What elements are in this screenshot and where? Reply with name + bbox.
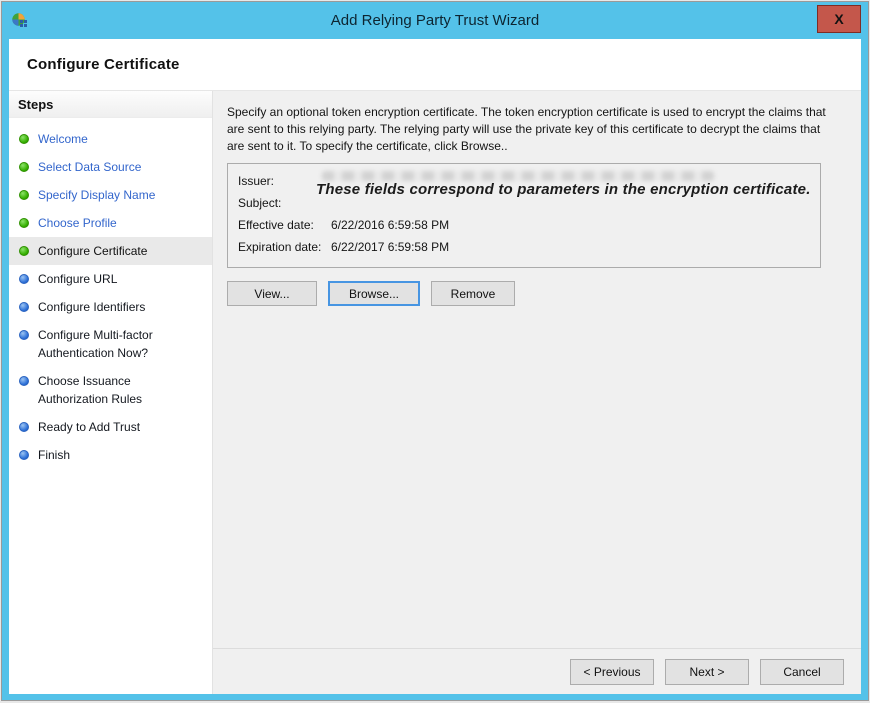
close-button[interactable]: X bbox=[817, 5, 861, 33]
page-description: Specify an optional token encryption cer… bbox=[227, 104, 831, 154]
title-bar: Add Relying Party Trust Wizard X bbox=[2, 2, 868, 39]
certificate-field-effective-date: Effective date:6/22/2016 6:59:58 PM bbox=[238, 214, 810, 236]
step-todo-icon bbox=[19, 274, 29, 284]
step-finish[interactable]: Finish bbox=[9, 441, 212, 469]
page-title: Configure Certificate bbox=[27, 56, 180, 73]
step-todo-icon bbox=[19, 422, 29, 432]
step-current-icon bbox=[19, 246, 29, 256]
certificate-buttons: View... Browse... Remove bbox=[227, 281, 843, 306]
step-todo-icon bbox=[19, 450, 29, 460]
step-select-data-source[interactable]: Select Data Source bbox=[9, 153, 212, 181]
steps-sidebar: Steps Welcome Select Data Source Specify… bbox=[9, 91, 213, 694]
wizard-window: Add Relying Party Trust Wizard X Configu… bbox=[1, 1, 869, 701]
step-done-icon bbox=[19, 218, 29, 228]
certificate-annotation: These fields correspond to parameters in… bbox=[316, 181, 811, 198]
close-icon: X bbox=[834, 11, 843, 27]
step-choose-issuance-rules[interactable]: Choose Issuance Authorization Rules bbox=[9, 367, 212, 413]
view-button[interactable]: View... bbox=[227, 281, 317, 306]
step-choose-profile[interactable]: Choose Profile bbox=[9, 209, 212, 237]
certificate-field-expiration-date: Expiration date:6/22/2017 6:59:58 PM bbox=[238, 236, 810, 258]
wizard-footer: < Previous Next > Cancel bbox=[213, 648, 861, 694]
browse-button[interactable]: Browse... bbox=[328, 281, 420, 306]
step-todo-icon bbox=[19, 376, 29, 386]
step-ready-to-add-trust[interactable]: Ready to Add Trust bbox=[9, 413, 212, 441]
step-done-icon bbox=[19, 162, 29, 172]
content-pane: Specify an optional token encryption cer… bbox=[213, 91, 861, 694]
previous-button[interactable]: < Previous bbox=[570, 659, 654, 685]
step-configure-mfa[interactable]: Configure Multi-factor Authentication No… bbox=[9, 321, 212, 367]
step-todo-icon bbox=[19, 302, 29, 312]
step-done-icon bbox=[19, 134, 29, 144]
next-button[interactable]: Next > bbox=[665, 659, 749, 685]
page-header: Configure Certificate bbox=[9, 39, 861, 91]
step-configure-identifiers[interactable]: Configure Identifiers bbox=[9, 293, 212, 321]
redacted-issuer-value bbox=[322, 171, 714, 181]
step-list: Welcome Select Data Source Specify Displ… bbox=[9, 118, 212, 469]
step-todo-icon bbox=[19, 330, 29, 340]
window-title: Add Relying Party Trust Wizard bbox=[2, 2, 868, 39]
adfs-app-icon bbox=[11, 12, 29, 30]
step-configure-url[interactable]: Configure URL bbox=[9, 265, 212, 293]
step-configure-certificate[interactable]: Configure Certificate bbox=[9, 237, 212, 265]
step-done-icon bbox=[19, 190, 29, 200]
step-specify-display-name[interactable]: Specify Display Name bbox=[9, 181, 212, 209]
wizard-body: Configure Certificate Steps Welcome Sele… bbox=[9, 39, 861, 694]
certificate-box: Issuer: Subject: Effective date:6/22/201… bbox=[227, 163, 821, 268]
steps-heading: Steps bbox=[9, 91, 212, 118]
step-welcome[interactable]: Welcome bbox=[9, 125, 212, 153]
remove-button[interactable]: Remove bbox=[431, 281, 515, 306]
cancel-button[interactable]: Cancel bbox=[760, 659, 844, 685]
